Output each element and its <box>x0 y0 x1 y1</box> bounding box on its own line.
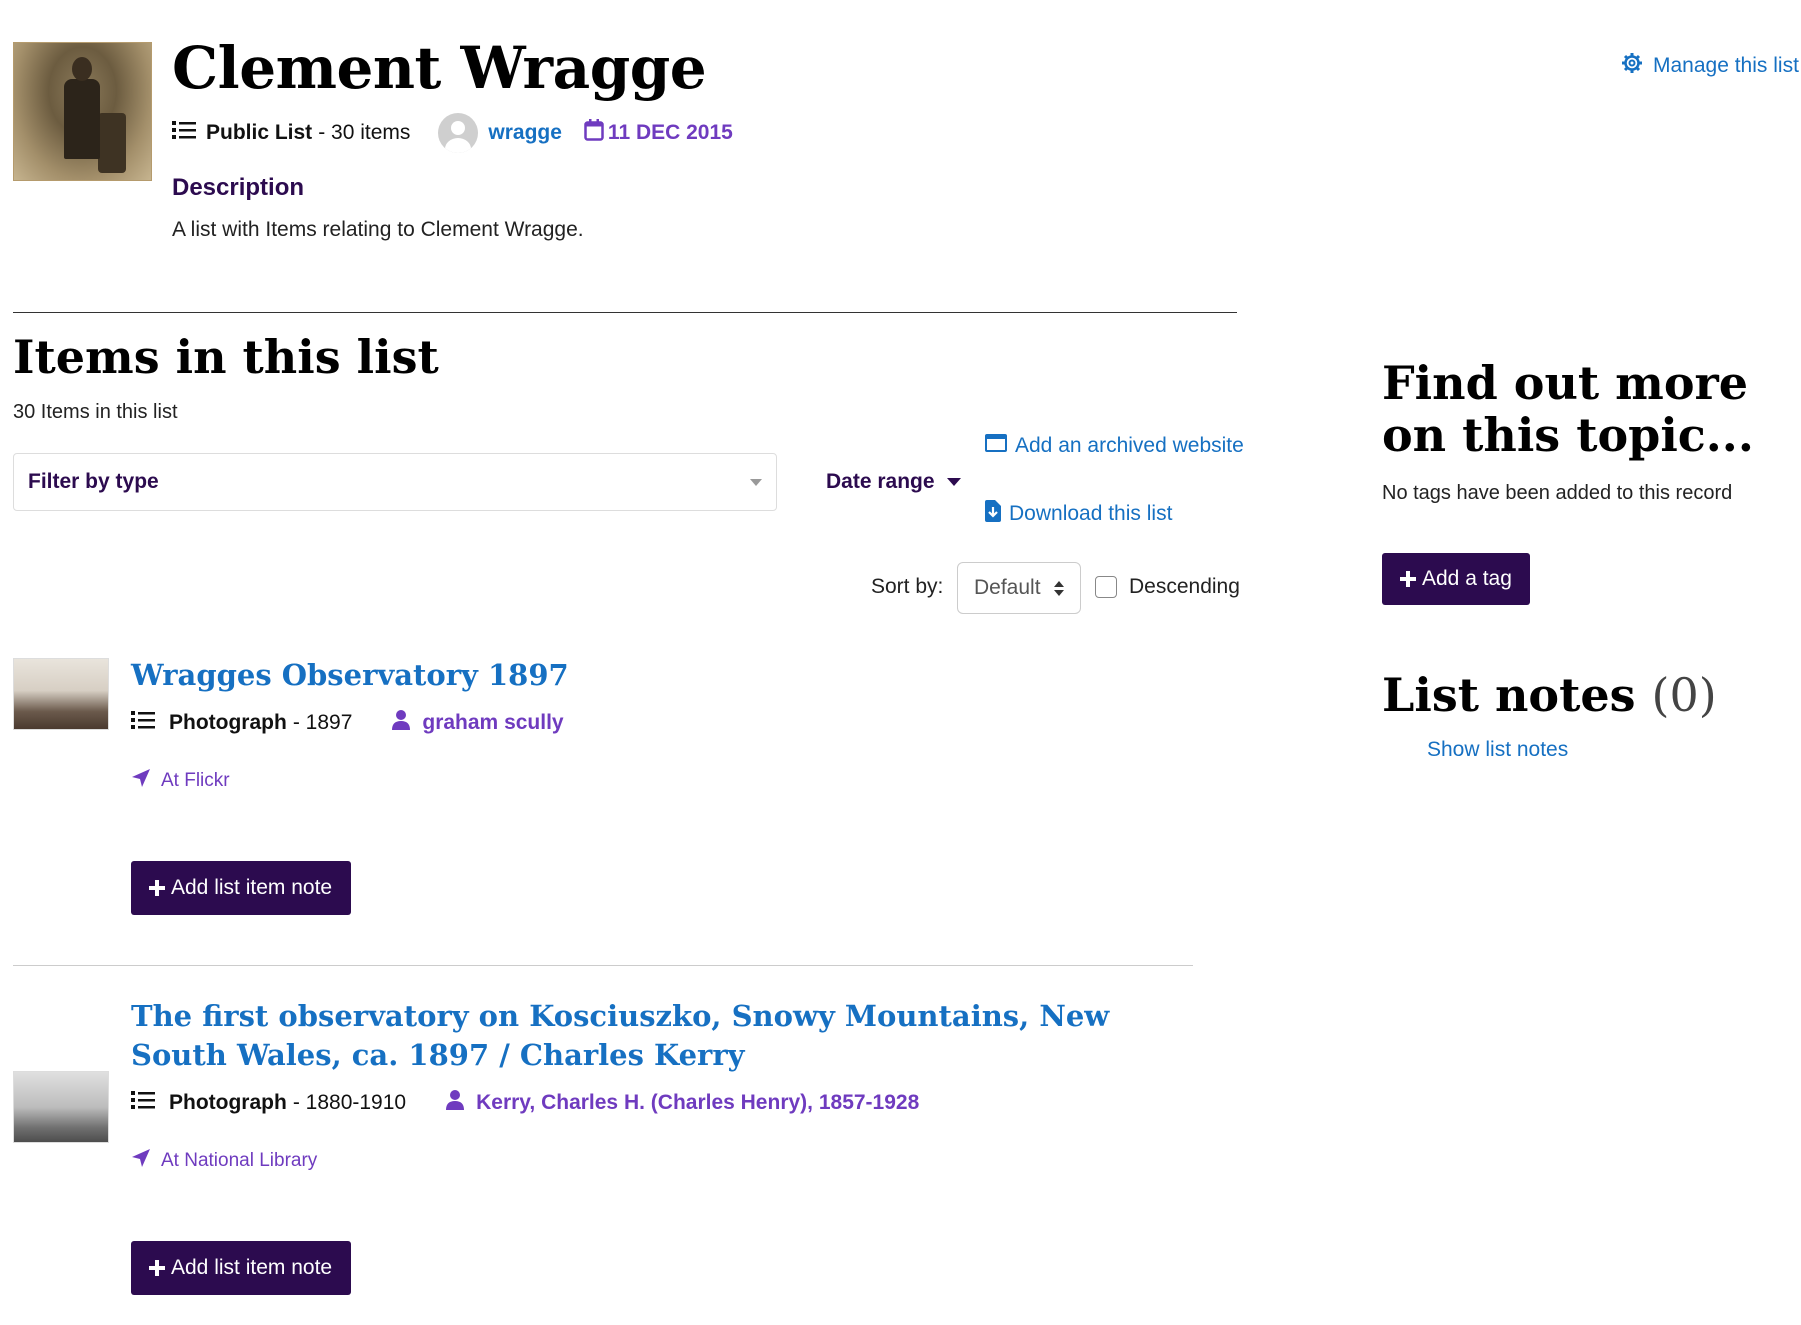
item-location-link[interactable]: At National Library <box>131 1148 317 1174</box>
item-location-link[interactable]: At Flickr <box>131 768 230 794</box>
descending-checkbox[interactable] <box>1095 576 1117 598</box>
list-notes-count: (0) <box>1651 668 1717 722</box>
find-out-more-heading: Find out more on this topic... <box>1382 356 1754 462</box>
item-title-link[interactable]: Wragges Observatory 1897 <box>131 656 569 695</box>
plus-icon <box>149 880 165 896</box>
date-range-dropdown[interactable]: Date range <box>826 470 961 494</box>
item-title[interactable]: The first observatory on Kosciuszko, Sno… <box>131 999 1109 1072</box>
list-meta: Public List - 30 items wragge 11 DEC 201… <box>172 113 733 153</box>
add-list-item-note-button[interactable]: Add list item note <box>131 861 351 915</box>
page-title: Clement Wragge <box>172 34 707 102</box>
list-notes-title: List notes <box>1382 668 1636 722</box>
add-tag-button[interactable]: Add a tag <box>1382 553 1530 605</box>
item-meta: Photograph - 1880-1910 Kerry, Charles H.… <box>131 1090 919 1116</box>
calendar-icon <box>584 119 604 147</box>
list-cover-image <box>13 42 152 181</box>
item-type: Photograph <box>169 1091 287 1114</box>
sort-select[interactable]: Default <box>957 562 1081 614</box>
section-divider <box>13 312 1237 313</box>
item-author: Kerry, Charles H. (Charles Henry), 1857-… <box>446 1090 919 1116</box>
list-type: Public List <box>206 121 313 144</box>
description-text: A list with Items relating to Clement Wr… <box>172 218 584 241</box>
item-title[interactable]: Wragges Observatory 1897 <box>131 658 569 692</box>
browser-icon <box>985 433 1007 459</box>
author-name: graham scully <box>422 711 564 734</box>
list-icon <box>131 1090 155 1116</box>
filter-label: Filter by type <box>28 470 159 493</box>
list-notes-heading: List notes (0) <box>1382 668 1717 722</box>
item-date: - 1880-1910 <box>292 1091 407 1114</box>
date-text: 11 DEC 2015 <box>607 121 733 144</box>
no-tags-text: No tags have been added to this record <box>1382 482 1733 504</box>
add-tag-label: Add a tag <box>1422 567 1512 590</box>
list-icon <box>131 710 155 736</box>
user-icon <box>446 1090 465 1116</box>
item-title-link[interactable]: The first observatory on Kosciuszko, Sno… <box>131 997 1211 1074</box>
list-date: 11 DEC 2015 <box>584 119 733 147</box>
plus-icon <box>1400 571 1416 587</box>
item-thumbnail[interactable] <box>13 1071 109 1143</box>
add-note-label: Add list item note <box>171 876 333 899</box>
caret-down-icon <box>946 478 961 486</box>
download-label: Download this list <box>1009 502 1173 525</box>
add-note-label: Add list item note <box>171 1256 333 1279</box>
location-text: At National Library <box>161 1150 318 1171</box>
sort-value: Default <box>974 576 1041 599</box>
item-thumbnail[interactable] <box>13 658 109 730</box>
location-arrow-icon <box>131 1148 151 1174</box>
owner-link[interactable]: wragge <box>488 121 562 145</box>
item-author: graham scully <box>392 710 564 736</box>
author-name: Kerry, Charles H. (Charles Henry), 1857-… <box>476 1091 920 1114</box>
items-heading: Items in this list <box>13 330 439 384</box>
manage-list-label: Manage this list <box>1653 54 1799 77</box>
caret-down-icon <box>750 478 762 486</box>
description-heading: Description <box>172 174 305 201</box>
items-count: 30 Items in this list <box>13 401 178 423</box>
item-type: Photograph <box>169 711 287 734</box>
item-count: - 30 items <box>318 121 411 144</box>
location-arrow-icon <box>131 768 151 794</box>
item-date: - 1897 <box>292 711 353 734</box>
location-text: At Flickr <box>161 770 230 791</box>
show-list-notes-link[interactable]: Show list notes <box>1427 738 1568 762</box>
avatar-icon <box>438 113 479 153</box>
user-icon <box>392 710 411 736</box>
add-archived-label: Add an archived website <box>1015 434 1244 457</box>
plus-icon <box>149 1260 165 1276</box>
item-divider <box>13 965 1193 966</box>
filter-by-type-select[interactable]: Filter by type <box>13 453 777 511</box>
manage-list-link[interactable]: Manage this list <box>1621 52 1799 80</box>
sort-by-label: Sort by: <box>871 575 944 598</box>
gear-icon <box>1621 52 1643 80</box>
download-list-link[interactable]: Download this list <box>985 500 1172 528</box>
list-icon <box>172 120 196 146</box>
date-range-label: Date range <box>826 470 935 493</box>
sort-updown-icon <box>1054 580 1064 596</box>
descending-label[interactable]: Descending <box>1129 575 1240 599</box>
add-list-item-note-button[interactable]: Add list item note <box>131 1241 351 1295</box>
item-meta: Photograph - 1897 graham scully <box>131 710 564 736</box>
add-archived-website-link[interactable]: Add an archived website <box>985 433 1244 459</box>
file-download-icon <box>985 500 1001 528</box>
